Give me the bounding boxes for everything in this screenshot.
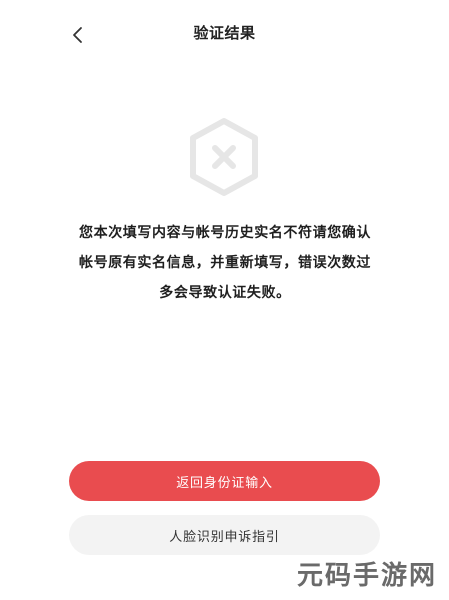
error-x-hexagon-icon <box>190 118 258 196</box>
result-message: 您本次填写内容与帐号历史实名不符请您确认 帐号原有实名信息，并重新填写，错误次数… <box>60 218 390 308</box>
watermark-logo: 元码手游网 <box>296 561 437 591</box>
return-id-input-button[interactable]: 返回身份证输入 <box>69 461 380 501</box>
page-title: 验证结果 <box>193 24 256 42</box>
header-bar: 验证结果 <box>0 0 449 68</box>
message-line: 帐号原有实名信息，并重新填写，错误次数过 <box>79 255 371 271</box>
message-line: 您本次填写内容与帐号历史实名不符请您确认 <box>79 225 371 241</box>
message-line: 多会导致认证失败。 <box>159 285 291 301</box>
face-recognition-appeal-button[interactable]: 人脸识别申诉指引 <box>69 515 380 555</box>
